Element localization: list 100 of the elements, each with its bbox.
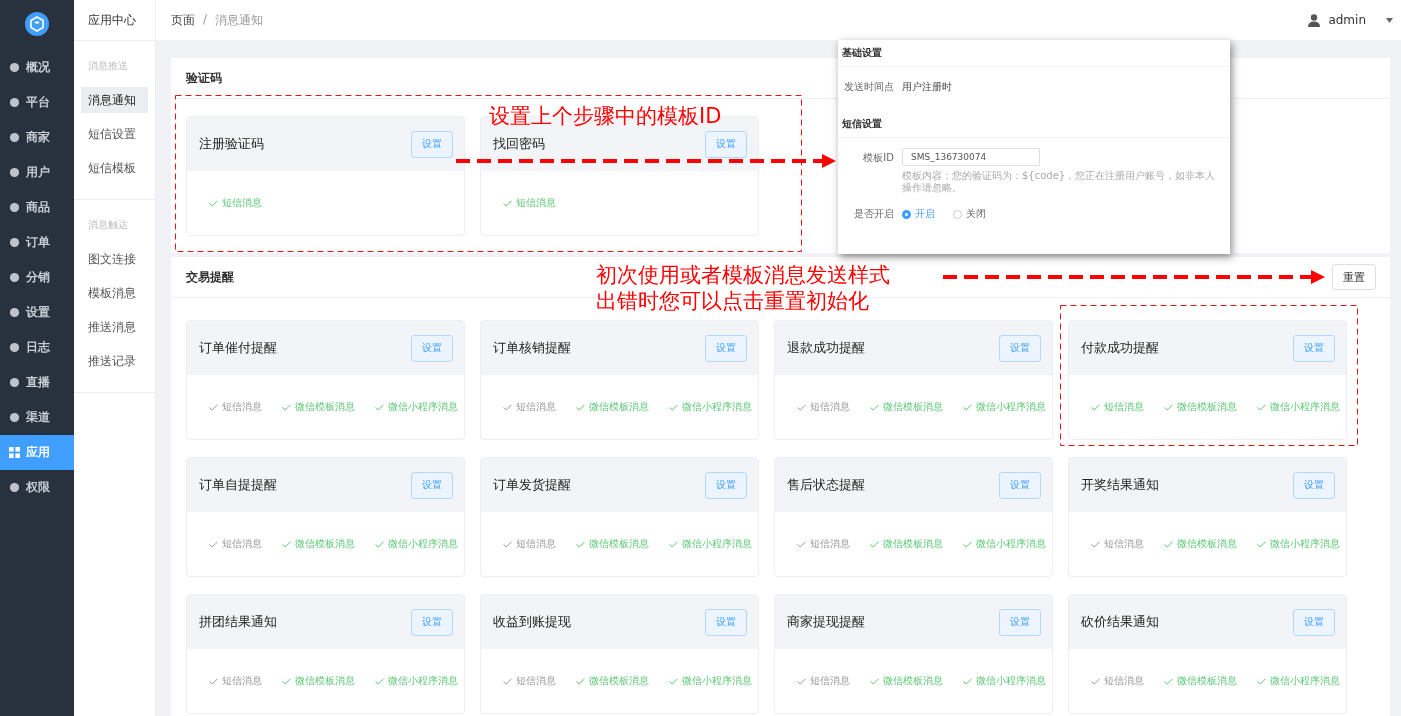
check-icon <box>503 540 512 548</box>
sidebar-item[interactable]: 商家 <box>0 120 74 155</box>
check-icon <box>1091 677 1100 685</box>
check-icon <box>669 403 678 411</box>
card-title: 注册验证码 <box>199 135 264 153</box>
card-title: 售后状态提醒 <box>787 476 865 494</box>
sidebar-item[interactable]: 商品 <box>0 190 74 225</box>
breadcrumb-item[interactable]: 页面 <box>171 11 195 29</box>
channel-status: 微信模板消息 <box>282 674 355 688</box>
submenu-item[interactable]: 模板消息 <box>81 280 148 306</box>
channel-status: 微信模板消息 <box>282 537 355 551</box>
template-id-field[interactable]: SMS_136730074 <box>902 148 1040 166</box>
channel-status: 短信消息 <box>209 400 262 414</box>
check-icon <box>1164 403 1173 411</box>
check-icon <box>576 677 585 685</box>
check-icon <box>503 677 512 685</box>
card-title: 找回密码 <box>493 135 545 153</box>
channel-status: 短信消息 <box>797 400 850 414</box>
menu-icon <box>9 307 20 318</box>
menu-icon <box>9 62 20 73</box>
check-icon <box>209 677 218 685</box>
check-icon <box>209 540 218 548</box>
check-icon <box>503 403 512 411</box>
sidebar-item[interactable]: 分销 <box>0 260 74 295</box>
channel-status: 短信消息 <box>503 196 556 210</box>
check-icon <box>375 677 384 685</box>
logo-icon <box>25 12 49 36</box>
card-title: 退款成功提醒 <box>787 339 865 357</box>
check-icon <box>1091 540 1100 548</box>
channel-status: 微信小程序消息 <box>375 537 458 551</box>
card-title: 订单发货提醒 <box>493 476 571 494</box>
channel-status: 微信小程序消息 <box>1257 674 1340 688</box>
check-icon <box>797 403 806 411</box>
channel-status: 微信模板消息 <box>1164 537 1237 551</box>
submenu-item[interactable]: 消息通知 <box>81 87 148 113</box>
sidebar-item[interactable]: 概况 <box>0 50 74 85</box>
card-title: 订单核销提醒 <box>493 339 571 357</box>
check-icon <box>576 540 585 548</box>
submenu-item[interactable]: 推送消息 <box>81 314 148 340</box>
channel-status: 短信消息 <box>1091 537 1144 551</box>
check-icon <box>669 677 678 685</box>
section-title: 交易提醒 <box>186 268 234 286</box>
channel-status: 微信模板消息 <box>870 400 943 414</box>
check-icon <box>1164 540 1173 548</box>
annotation-text: 初次使用或者模板消息发送样式 出错时您可以点击重置初始化 <box>596 262 890 314</box>
card-title: 订单催付提醒 <box>199 339 277 357</box>
check-icon <box>1257 540 1266 548</box>
menu-icon <box>9 97 20 108</box>
menu-icon <box>9 167 20 178</box>
sidebar-item[interactable]: 平台 <box>0 85 74 120</box>
card-title: 付款成功提醒 <box>1081 339 1159 357</box>
caret-icon[interactable] <box>1386 17 1393 23</box>
channel-status: 短信消息 <box>1091 674 1144 688</box>
sidebar-item[interactable]: 直播 <box>0 365 74 400</box>
sidebar-item[interactable]: 设置 <box>0 295 74 330</box>
popup-heading: 短信设置 <box>838 111 1230 138</box>
check-icon <box>282 540 291 548</box>
reset-button[interactable]: 重置 <box>1332 264 1376 290</box>
card-title: 拼团结果通知 <box>199 613 277 631</box>
user-icon <box>1308 13 1321 27</box>
channel-status: 短信消息 <box>209 196 262 210</box>
card-title: 订单自提提醒 <box>199 476 277 494</box>
check-icon <box>1257 403 1266 411</box>
user-name[interactable]: admin <box>1328 13 1366 27</box>
radio-option[interactable]: 关闭 <box>953 204 986 224</box>
channel-status: 微信模板消息 <box>576 400 649 414</box>
sidebar-item[interactable]: 渠道 <box>0 400 74 435</box>
channel-status: 微信小程序消息 <box>669 674 752 688</box>
menu-icon <box>9 202 20 213</box>
channel-status: 短信消息 <box>797 674 850 688</box>
channel-status: 短信消息 <box>797 537 850 551</box>
submenu-item[interactable]: 短信设置 <box>81 121 148 147</box>
channel-status: 微信模板消息 <box>576 537 649 551</box>
check-icon <box>282 677 291 685</box>
sidebar-item[interactable]: 权限 <box>0 470 74 505</box>
menu-icon <box>9 237 20 248</box>
channel-status: 短信消息 <box>209 674 262 688</box>
check-icon <box>1091 403 1100 411</box>
field-label: 模板ID <box>862 151 894 165</box>
sidebar-item[interactable]: 日志 <box>0 330 74 365</box>
sidebar-item[interactable]: 订单 <box>0 225 74 260</box>
channel-status: 短信消息 <box>503 674 556 688</box>
channel-status: 微信小程序消息 <box>1257 400 1340 414</box>
submenu-item[interactable]: 短信模板 <box>81 155 148 181</box>
channel-status: 短信消息 <box>209 537 262 551</box>
check-icon <box>1164 677 1173 685</box>
menu-icon <box>9 482 20 493</box>
channel-status: 微信模板消息 <box>870 674 943 688</box>
submenu-item[interactable]: 推送记录 <box>81 348 148 374</box>
submenu-item[interactable]: 图文连接 <box>81 246 148 272</box>
channel-status: 短信消息 <box>503 400 556 414</box>
check-icon <box>870 677 879 685</box>
check-icon <box>375 403 384 411</box>
channel-status: 微信小程序消息 <box>963 537 1046 551</box>
section-title: 验证码 <box>186 69 222 87</box>
sidebar-item[interactable]: 用户 <box>0 155 74 190</box>
check-icon <box>963 403 972 411</box>
menu-icon <box>9 412 20 423</box>
popup-heading: 基础设置 <box>838 40 1230 67</box>
channel-status: 微信小程序消息 <box>375 400 458 414</box>
